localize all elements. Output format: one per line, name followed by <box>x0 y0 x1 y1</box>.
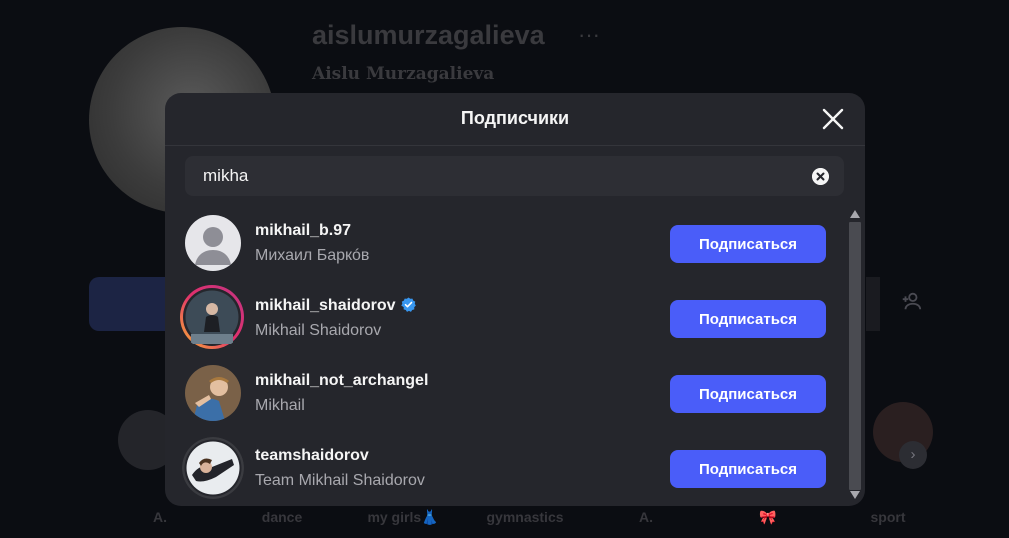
avatar[interactable] <box>185 365 241 421</box>
list-item[interactable]: mikhail_b.97 Михаил Баркóв Подписаться <box>165 207 845 282</box>
list-item[interactable]: teamshaidorov Team Mikhail Shaidorov Под… <box>165 432 845 506</box>
verified-badge-icon <box>400 297 416 312</box>
row-username[interactable]: teamshaidorov <box>255 447 369 465</box>
scroll-thumb[interactable] <box>849 222 861 490</box>
story-ring-avatar-icon <box>180 285 244 349</box>
followers-list: mikhail_b.97 Михаил Баркóв Подписаться m… <box>165 207 845 506</box>
profile-username: aislumurzagalieva <box>312 20 545 50</box>
row-full-name: Mikhail Shaidorov <box>255 322 382 339</box>
highlight-label: my girls👗 <box>367 509 439 525</box>
row-username[interactable]: mikhail_not_archangel <box>255 372 428 390</box>
follow-button[interactable]: Подписаться <box>670 450 826 488</box>
more-options-icon: ··· <box>578 22 600 47</box>
avatar[interactable] <box>182 437 244 499</box>
highlight-label: 🎀 <box>759 509 777 525</box>
modal-title: Подписчики <box>460 108 570 128</box>
highlight-label: gymnastics <box>486 509 564 525</box>
avatar[interactable] <box>179 284 245 350</box>
list-item[interactable]: mikhail_not_archangel Mikhail Подписатьс… <box>165 357 845 432</box>
user-photo-icon <box>182 437 244 499</box>
add-user-icon <box>902 292 922 310</box>
highlight-labels: A. dance my girls👗 gymnastics A. 🎀 sport <box>0 509 1009 529</box>
list-item[interactable]: mikhail_shaidorov Mikhail Shaidorov Подп… <box>165 282 845 357</box>
profile-action-button-secondary <box>866 277 880 331</box>
scroll-down-arrow-icon[interactable] <box>850 491 860 499</box>
search-box <box>185 156 844 196</box>
highlight-label: A. <box>639 509 653 525</box>
highlight-label: dance <box>261 509 303 525</box>
search-input[interactable] <box>203 156 793 196</box>
profile-full-name: Aislu Murzagalieva <box>312 64 495 84</box>
modal-header: Подписчики <box>165 93 865 146</box>
chevron-right-icon: › <box>899 441 927 469</box>
scrollbar[interactable] <box>846 207 864 502</box>
default-avatar-icon <box>185 215 241 271</box>
avatar[interactable] <box>185 215 241 271</box>
scroll-up-arrow-icon[interactable] <box>850 210 860 218</box>
follow-button[interactable]: Подписаться <box>670 300 826 338</box>
row-full-name: Михаил Баркóв <box>255 247 370 264</box>
follow-button[interactable]: Подписаться <box>670 225 826 263</box>
clear-circle-icon[interactable] <box>812 168 829 185</box>
row-username[interactable]: mikhail_shaidorov <box>255 297 416 315</box>
row-username[interactable]: mikhail_b.97 <box>255 222 351 240</box>
close-icon[interactable] <box>821 107 845 131</box>
row-username-text: mikhail_shaidorov <box>255 297 396 314</box>
row-full-name: Team Mikhail Shaidorov <box>255 472 425 489</box>
followers-modal: Подписчики mikhail_b.97 Михаил Баркóв П <box>165 93 865 506</box>
follow-button[interactable]: Подписаться <box>670 375 826 413</box>
row-full-name: Mikhail <box>255 397 305 414</box>
user-photo-icon <box>185 365 241 421</box>
highlight-label: sport <box>870 509 906 525</box>
highlight-label: A. <box>153 509 167 525</box>
